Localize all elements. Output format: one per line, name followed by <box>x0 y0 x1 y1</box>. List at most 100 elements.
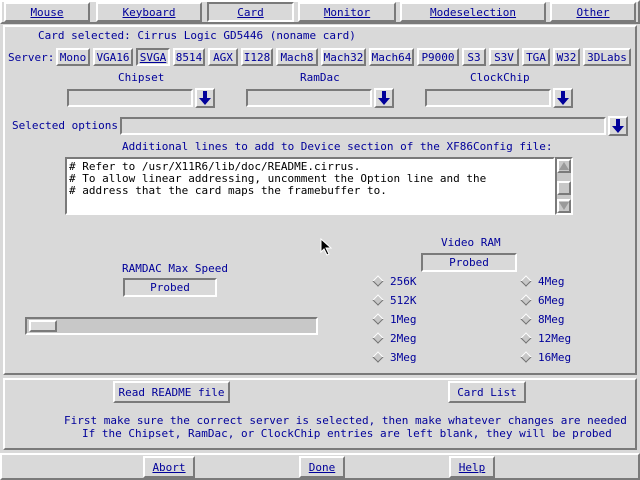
video-ram-option-512k[interactable]: 512K <box>372 292 417 308</box>
help-label: Help <box>458 460 486 474</box>
radio-diamond-icon <box>520 351 532 363</box>
video-ram-option-label: 1Meg <box>390 312 417 326</box>
video-ram-option-label: 4Meg <box>538 274 565 288</box>
server-vga16[interactable]: VGA16 <box>93 48 133 66</box>
scroll-down-button[interactable] <box>557 199 571 213</box>
arrow-down-icon <box>378 91 390 105</box>
clockchip-field[interactable] <box>425 89 551 107</box>
card-list-button[interactable]: Card List <box>448 381 526 403</box>
server-mach64-label: Mach64 <box>371 50 412 64</box>
video-ram-option-12meg[interactable]: 12Meg <box>520 330 571 346</box>
video-ram-option-256k[interactable]: 256K <box>372 273 417 289</box>
clockchip-label: ClockChip <box>470 71 530 84</box>
arrow-down-icon <box>199 91 211 105</box>
video-ram-option-16meg[interactable]: 16Meg <box>520 349 571 365</box>
done-button[interactable]: Done <box>299 456 345 478</box>
video-ram-option-6meg[interactable]: 6Meg <box>520 292 571 308</box>
server-mach8[interactable]: Mach8 <box>276 48 318 66</box>
server-s3v[interactable]: S3V <box>489 48 519 66</box>
server-tga[interactable]: TGA <box>522 48 550 66</box>
abort-button[interactable]: Abort <box>143 456 195 478</box>
scroll-up-button[interactable] <box>557 159 571 173</box>
server-agx-label: AGX <box>213 50 233 64</box>
additional-lines-textarea[interactable]: # Refer to /usr/X11R6/lib/doc/README.cir… <box>65 157 555 215</box>
video-ram-label: Video RAM <box>441 236 501 249</box>
read-readme-label: Read README file <box>118 385 225 399</box>
tab-mouse-label: Mouse <box>30 5 64 19</box>
mouse-pointer-icon <box>320 238 333 256</box>
radio-diamond-icon <box>372 294 384 306</box>
card-selected-text: Card selected: Cirrus Logic GD5446 (nona… <box>38 29 356 42</box>
server-mach32[interactable]: Mach32 <box>321 48 366 66</box>
chipset-dropdown-button[interactable] <box>195 88 215 108</box>
server-w32[interactable]: W32 <box>553 48 580 66</box>
video-ram-right-column: 4Meg 6Meg 8Meg 12Meg 16Meg <box>520 273 571 365</box>
server-agx[interactable]: AGX <box>208 48 238 66</box>
video-ram-option-label: 6Meg <box>538 293 565 307</box>
textarea-scrollbar[interactable] <box>555 157 573 215</box>
server-i128[interactable]: I128 <box>241 48 273 66</box>
info-line-1: First make sure the correct server is se… <box>64 414 627 427</box>
tab-modeselection[interactable]: Modeselection <box>400 2 546 22</box>
video-ram-option-label: 12Meg <box>538 331 572 345</box>
video-ram-option-2meg[interactable]: 2Meg <box>372 330 417 346</box>
server-3dlabs[interactable]: 3DLabs <box>583 48 631 66</box>
video-ram-option-label: 16Meg <box>538 350 572 364</box>
server-8514[interactable]: 8514 <box>173 48 205 66</box>
server-svga[interactable]: SVGA <box>136 48 170 66</box>
tab-mouse[interactable]: Mouse <box>4 2 90 22</box>
selected-options-dropdown-button[interactable] <box>608 116 628 136</box>
server-s3v-label: S3V <box>494 50 514 64</box>
server-s3[interactable]: S3 <box>462 48 486 66</box>
ramdac-field[interactable] <box>246 89 372 107</box>
radio-diamond-icon <box>520 313 532 325</box>
tab-other[interactable]: Other <box>550 2 636 22</box>
slider-thumb[interactable] <box>29 320 57 332</box>
radio-diamond-icon <box>520 294 532 306</box>
ramdac-dropdown-button[interactable] <box>374 88 394 108</box>
radio-diamond-icon <box>372 332 384 344</box>
tab-modeselection-label: Modeselection <box>429 5 517 19</box>
tab-monitor-label: Monitor <box>323 5 371 19</box>
scroll-thumb[interactable] <box>557 181 571 195</box>
video-ram-value[interactable]: Probed <box>421 253 517 272</box>
server-p9000[interactable]: P9000 <box>417 48 459 66</box>
radio-diamond-icon <box>372 275 384 287</box>
video-ram-option-label: 2Meg <box>390 331 417 345</box>
server-mach32-label: Mach32 <box>323 50 364 64</box>
abort-label: Abort <box>152 460 186 474</box>
clockchip-dropdown-button[interactable] <box>553 88 573 108</box>
video-ram-option-8meg[interactable]: 8Meg <box>520 311 571 327</box>
ramdac-speed-slider[interactable] <box>25 317 318 335</box>
server-mono[interactable]: Mono <box>56 48 90 66</box>
video-ram-option-3meg[interactable]: 3Meg <box>372 349 417 365</box>
arrow-down-icon <box>557 91 569 105</box>
chipset-field[interactable] <box>67 89 193 107</box>
card-list-label: Card List <box>457 385 517 399</box>
video-ram-option-4meg[interactable]: 4Meg <box>520 273 571 289</box>
server-s3-label: S3 <box>467 50 481 64</box>
tab-keyboard[interactable]: Keyboard <box>96 2 202 22</box>
selected-options-field[interactable] <box>120 117 606 135</box>
done-label: Done <box>308 460 336 474</box>
server-mono-label: Mono <box>59 50 87 64</box>
server-i128-label: I128 <box>243 50 271 64</box>
help-button[interactable]: Help <box>449 456 495 478</box>
ramdac-speed-value[interactable]: Probed <box>123 278 217 297</box>
server-mach64[interactable]: Mach64 <box>369 48 414 66</box>
info-line-2: If the Chipset, RamDac, or ClockChip ent… <box>82 427 612 440</box>
server-p9000-label: P9000 <box>421 50 455 64</box>
server-label: Server: <box>8 51 55 64</box>
server-8514-label: 8514 <box>175 50 203 64</box>
video-ram-option-1meg[interactable]: 1Meg <box>372 311 417 327</box>
tab-card[interactable]: Card <box>207 2 294 22</box>
read-readme-button[interactable]: Read README file <box>113 381 230 403</box>
server-vga16-label: VGA16 <box>96 50 130 64</box>
video-ram-option-label: 512K <box>390 293 417 307</box>
additional-lines-label: Additional lines to add to Device sectio… <box>122 140 553 153</box>
chipset-label: Chipset <box>118 71 165 84</box>
additional-line: # address that the card maps the framebu… <box>69 184 387 197</box>
tab-monitor[interactable]: Monitor <box>298 2 396 22</box>
radio-diamond-icon <box>520 332 532 344</box>
server-tga-label: TGA <box>526 50 546 64</box>
